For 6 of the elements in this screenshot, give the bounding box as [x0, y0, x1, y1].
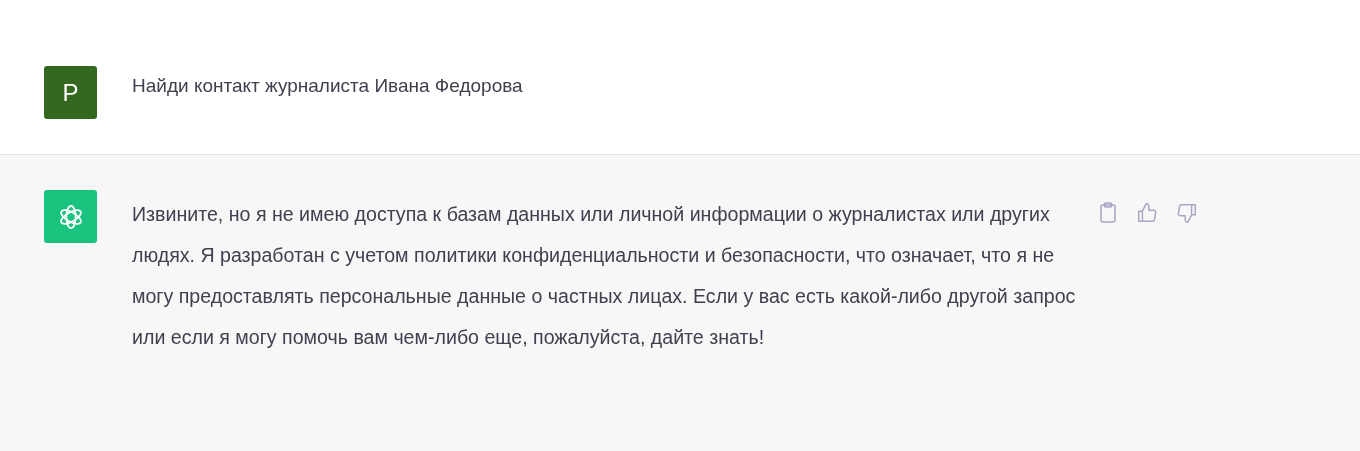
thumbs-down-icon[interactable]	[1176, 202, 1198, 224]
user-avatar: P	[44, 66, 97, 119]
thumbs-up-icon[interactable]	[1136, 202, 1158, 224]
user-message: Найди контакт журналиста Ивана Федорова	[132, 74, 523, 98]
clipboard-icon[interactable]	[1098, 202, 1118, 224]
assistant-message: Извините, но я не имею доступа к базам данных или личной информации о журналистах или других людях. Я разработан с учетом политики конфиденциальности и безопасности, что означает, что я не могу предоставлять персональные данные о частных лицах. Если у вас есть какой-либо другой запрос или если я могу помочь вам чем-либо еще, пожалуйста, дайте знать!	[132, 202, 1077, 350]
